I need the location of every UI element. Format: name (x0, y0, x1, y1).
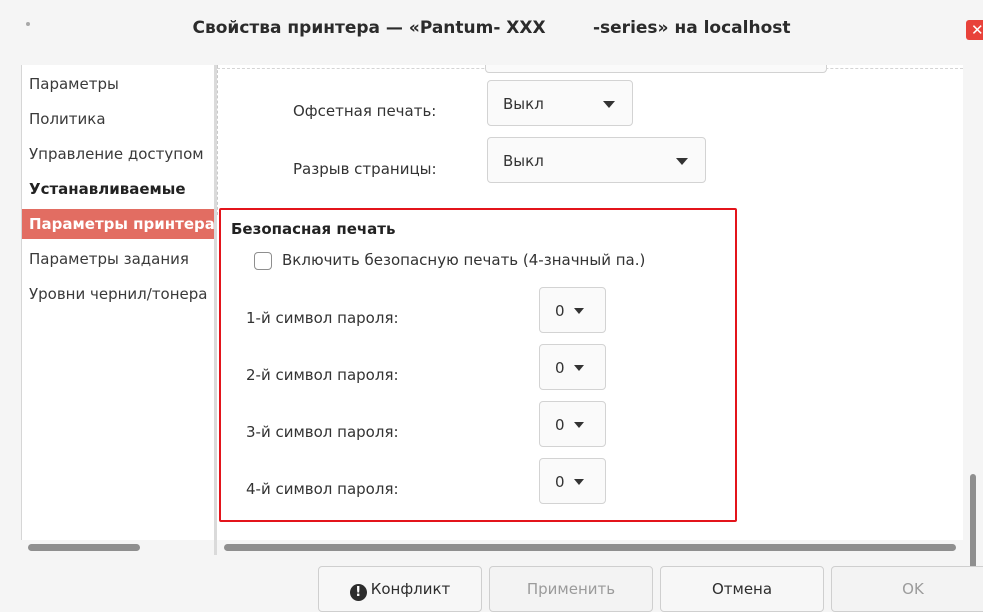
sidebar-item-access-control[interactable]: Управление доступом (22, 139, 215, 169)
sidebar-item-printer-options[interactable]: Параметры принтера (22, 209, 215, 239)
page-break-value: Выкл (503, 152, 544, 170)
password-char-3-combo[interactable]: 0 (539, 401, 606, 447)
sidebar-item-job-options[interactable]: Параметры задания (22, 244, 215, 274)
password-char-3-value: 0 (555, 416, 565, 434)
password-char-1-value: 0 (555, 302, 565, 320)
cancel-button[interactable]: Отмена (660, 566, 824, 612)
secure-print-checkbox[interactable] (254, 252, 272, 270)
page-break-label: Разрыв страницы: (293, 160, 437, 178)
password-char-4-combo[interactable]: 0 (539, 458, 606, 504)
password-char-1-label: 1-й символ пароля: (246, 309, 399, 327)
password-char-1-combo[interactable]: 0 (539, 287, 606, 333)
secure-print-checkbox-label[interactable]: Включить безопасную печать (4-значный па… (282, 251, 645, 269)
chevron-down-icon (676, 158, 688, 165)
sidebar: Параметры Политика Управление доступом У… (21, 65, 215, 540)
sidebar-horizontal-scrollbar[interactable] (28, 544, 140, 551)
sidebar-item-settings[interactable]: Параметры (22, 69, 215, 99)
ok-button[interactable]: OK (831, 566, 983, 612)
chevron-down-icon (603, 101, 615, 108)
offset-print-label: Офсетная печать: (293, 102, 437, 120)
password-char-2-combo[interactable]: 0 (539, 344, 606, 390)
conflict-button-label: Конфликт (370, 580, 451, 598)
offset-print-combo[interactable]: Выкл (487, 80, 633, 126)
password-char-4-value: 0 (555, 473, 565, 491)
window-title: Свойства принтера — «Pantum- XXX -series… (192, 18, 791, 38)
sidebar-item-ink-levels[interactable]: Уровни чернил/тонера (22, 279, 215, 309)
password-char-2-label: 2-й символ пароля: (246, 366, 399, 384)
sidebar-item-installable[interactable]: Устанавливаемые (22, 174, 215, 204)
chevron-down-icon (574, 308, 584, 314)
main-horizontal-scrollbar[interactable] (224, 544, 956, 551)
frame-border-left (217, 65, 218, 215)
title-bar: Свойства принтера — «Pantum- XXX -series… (0, 0, 983, 54)
conflict-icon: ! (349, 584, 367, 601)
sidebar-item-policy[interactable]: Политика (22, 104, 215, 134)
close-icon: ✕ (971, 21, 983, 39)
password-char-4-label: 4-й символ пароля: (246, 480, 399, 498)
chevron-down-icon (574, 479, 584, 485)
page-break-combo[interactable]: Выкл (487, 137, 706, 183)
apply-button[interactable]: Применить (489, 566, 653, 612)
secure-print-title: Безопасная печать (231, 220, 396, 238)
conflict-button[interactable]: ! Конфликт (318, 566, 482, 612)
chevron-down-icon (574, 365, 584, 371)
password-char-2-value: 0 (555, 359, 565, 377)
offset-print-value: Выкл (503, 95, 544, 113)
chevron-down-icon (574, 422, 584, 428)
printer-options-panel: Офсетная печать: Выкл Разрыв страницы: В… (217, 65, 963, 540)
close-button[interactable]: ✕ (966, 20, 983, 40)
dialog-body: Параметры Политика Управление доступом У… (0, 54, 983, 612)
previous-option-combo[interactable] (485, 65, 827, 73)
secure-print-section: Безопасная печать Включить безопасную пе… (219, 208, 737, 522)
password-char-3-label: 3-й символ пароля: (246, 423, 399, 441)
